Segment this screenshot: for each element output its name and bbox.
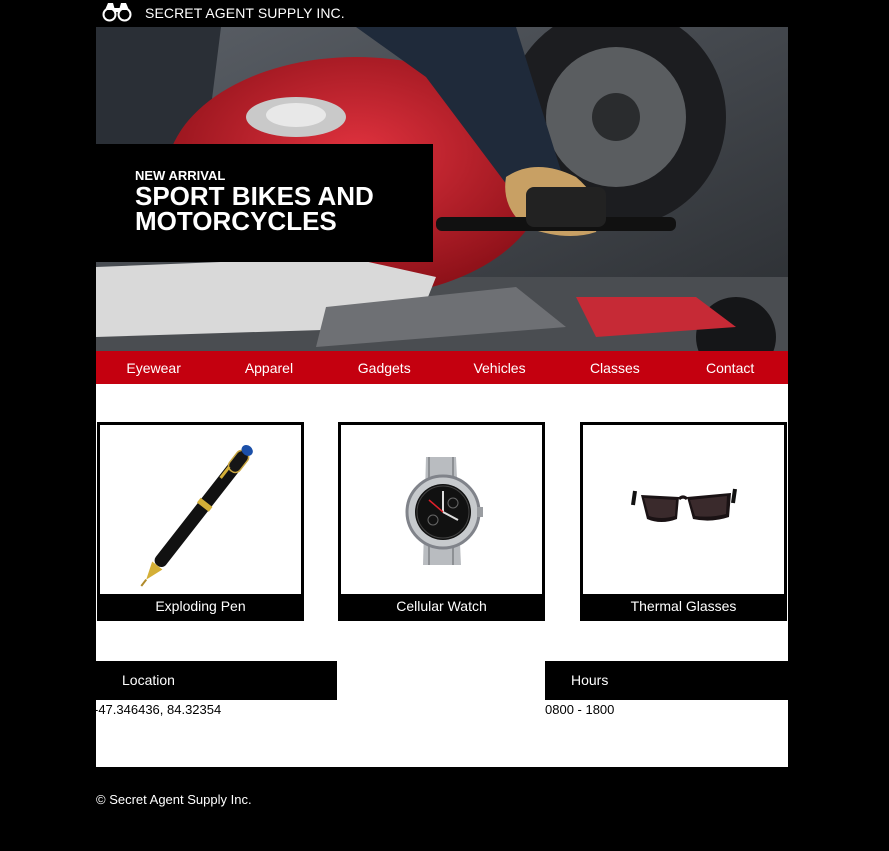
nav-item-apparel[interactable]: Apparel [211, 360, 326, 376]
hero-title[interactable]: SPORT BIKES AND MOTORCYCLES [135, 183, 425, 234]
product-name[interactable]: Cellular Watch [338, 598, 545, 614]
nav-item-contact[interactable]: Contact [672, 360, 787, 376]
binoculars-icon[interactable] [102, 2, 132, 22]
hero-caption: NEW ARRIVAL SPORT BIKES AND MOTORCYCLES [96, 144, 433, 262]
product-name[interactable]: Thermal Glasses [580, 598, 787, 614]
nav-item-eyewear[interactable]: Eyewear [96, 360, 211, 376]
brand-name[interactable]: SECRET AGENT SUPPLY INC. [145, 5, 345, 21]
hours-bar: Hours [545, 661, 788, 700]
hero-banner[interactable]: NEW ARRIVAL SPORT BIKES AND MOTORCYCLES [96, 27, 788, 351]
main-content: Exploding Pen Cellular Watch Thermal Gla… [94, 384, 788, 767]
sunglasses-icon [631, 488, 737, 522]
main-nav: Eyewear Apparel Gadgets Vehicles Classes… [96, 351, 788, 384]
product-card-glasses[interactable]: Thermal Glasses [580, 422, 787, 621]
location-bar: Location [96, 661, 337, 700]
site-header: SECRET AGENT SUPPLY INC. [96, 0, 788, 27]
product-image[interactable] [341, 425, 542, 594]
product-card-watch[interactable]: Cellular Watch [338, 422, 545, 621]
location-label: Location [122, 672, 175, 688]
hours-label: Hours [571, 672, 609, 688]
product-image[interactable] [100, 425, 301, 594]
product-image[interactable] [583, 425, 784, 594]
location-value: -47.346436, 84.32354 [94, 702, 222, 717]
nav-item-vehicles[interactable]: Vehicles [442, 360, 557, 376]
watch-icon [405, 457, 483, 565]
nav-item-gadgets[interactable]: Gadgets [327, 360, 442, 376]
product-card-pen[interactable]: Exploding Pen [97, 422, 304, 621]
footer-copyright: © Secret Agent Supply Inc. [96, 792, 252, 807]
hours-value: 0800 - 1800 [545, 702, 615, 717]
pen-icon [140, 445, 253, 587]
nav-item-classes[interactable]: Classes [557, 360, 672, 376]
product-name[interactable]: Exploding Pen [97, 598, 304, 614]
